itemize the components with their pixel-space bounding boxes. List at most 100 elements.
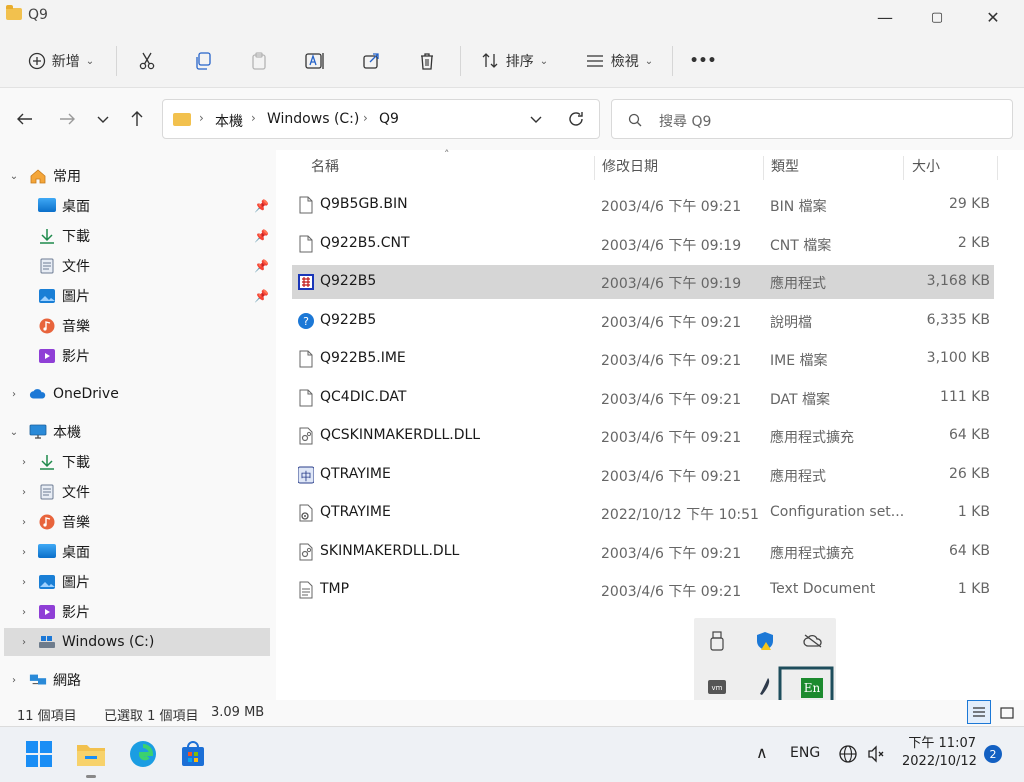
nav-quick-access[interactable]: ⌄ 常用	[0, 162, 272, 190]
nav-pc-desktop[interactable]: › 桌面	[0, 538, 272, 566]
nav-desktop[interactable]: 桌面 📌	[0, 192, 272, 220]
pen-app-icon[interactable]	[754, 676, 776, 698]
back-button[interactable]	[10, 104, 40, 134]
nav-pc-documents[interactable]: › 文件	[0, 478, 272, 506]
copy-button[interactable]	[188, 43, 218, 79]
view-button[interactable]: 檢視 ⌄	[580, 43, 658, 79]
file-explorer-taskbar-button[interactable]	[76, 739, 106, 769]
nav-videos[interactable]: 影片	[0, 342, 272, 370]
file-row[interactable]: Q922B5.CNT 2003/4/6 下午 09:19 CNT 檔案 2 KB	[292, 227, 994, 261]
close-button[interactable]: ✕	[970, 0, 1016, 34]
file-row[interactable]: Q922B5 2003/4/6 下午 09:19 應用程式 3,168 KB	[292, 265, 994, 299]
forward-button[interactable]	[52, 104, 82, 134]
nav-pc-pictures[interactable]: › 圖片	[0, 568, 272, 596]
file-type: CNT 檔案	[770, 237, 832, 254]
nav-label: 桌面	[62, 545, 90, 561]
onedrive-offline-icon[interactable]	[802, 630, 824, 652]
more-options-button[interactable]: •••	[688, 43, 718, 79]
nav-label: Windows (C:)	[62, 634, 155, 650]
file-row[interactable]: SKINMAKERDLL.DLL 2003/4/6 下午 09:21 應用程式擴充 6…	[292, 535, 994, 569]
column-header-type[interactable]: 類型	[771, 150, 901, 182]
file-row[interactable]: TMP 2003/4/6 下午 09:21 Text Document 1 KB	[292, 573, 994, 607]
file-row[interactable]: QTRAYIME 2022/10/12 下午 10:51 Configuration…	[292, 496, 994, 530]
nav-pc-videos[interactable]: › 影片	[0, 598, 272, 626]
nav-documents[interactable]: 文件 📌	[0, 252, 272, 280]
chevron-right-icon[interactable]: ›	[18, 577, 30, 588]
file-row[interactable]: QCSKINMAKERDLL.DLL 2003/4/6 下午 09:21 應用程式擴…	[292, 419, 994, 453]
chevron-down-icon: ⌄	[85, 55, 95, 67]
show-hidden-icons-button[interactable]: ∧	[756, 743, 768, 762]
address-dropdown-button[interactable]	[529, 112, 543, 130]
details-view-button[interactable]	[967, 700, 991, 724]
file-name: QCSKINMAKERDLL.DLL	[320, 427, 481, 443]
file-row[interactable]: QC4DIC.DAT 2003/4/6 下午 09:21 DAT 檔案 111 KB	[292, 381, 994, 415]
recent-locations-button[interactable]	[88, 104, 118, 134]
input-language-indicator[interactable]: ENG	[790, 745, 820, 761]
column-divider[interactable]	[997, 156, 998, 180]
nav-pc-music[interactable]: › 音樂	[0, 508, 272, 536]
nav-pc-downloads[interactable]: › 下載	[0, 448, 272, 476]
chevron-right-icon[interactable]: ›	[8, 675, 20, 686]
file-row[interactable]: 中 QTRAYIME 2003/4/6 下午 09:21 應用程式 26 KB	[292, 458, 994, 492]
notification-badge[interactable]: 2	[984, 745, 1002, 763]
edge-taskbar-button[interactable]	[128, 739, 158, 769]
computer-icon	[29, 424, 47, 439]
rename-button[interactable]	[300, 43, 330, 79]
delete-button[interactable]	[412, 43, 442, 79]
column-header-date[interactable]: 修改日期	[602, 150, 762, 182]
usb-drive-icon[interactable]	[706, 630, 728, 652]
file-row[interactable]: Q922B5.IME 2003/4/6 下午 09:21 IME 檔案 3,100 K…	[292, 342, 994, 376]
nav-onedrive[interactable]: › OneDrive	[0, 380, 272, 408]
file-size: 111 KB	[940, 388, 990, 405]
file-row[interactable]: Q9B5GB.BIN 2003/4/6 下午 09:21 BIN 檔案 29 KB	[292, 188, 994, 222]
minimize-button[interactable]: —	[862, 0, 908, 34]
nav-network[interactable]: › 網路	[0, 666, 272, 694]
sort-button[interactable]: 排序 ⌄	[474, 43, 554, 79]
file-size: 6,335 KB	[926, 311, 990, 328]
column-divider[interactable]	[903, 156, 904, 180]
address-bar[interactable]: › 本機 › Windows (C:) › Q9	[162, 99, 600, 139]
chevron-down-icon[interactable]: ⌄	[8, 427, 20, 438]
chevron-right-icon[interactable]: ›	[18, 547, 30, 558]
chevron-right-icon[interactable]: ›	[18, 517, 30, 528]
paste-button[interactable]	[244, 43, 274, 79]
breadcrumb-drive[interactable]: Windows (C:)	[267, 111, 359, 127]
start-button[interactable]	[24, 739, 54, 769]
breadcrumb-this-pc[interactable]: 本機	[215, 111, 243, 131]
download-icon	[40, 455, 54, 470]
chevron-right-icon[interactable]: ›	[18, 607, 30, 618]
nav-pc-windows-drive[interactable]: › Windows (C:)	[4, 628, 270, 656]
clock-button[interactable]: 下午 11:07 2022/10/12	[902, 735, 977, 771]
network-button[interactable]	[836, 739, 860, 769]
maximize-button[interactable]: ▢	[914, 0, 960, 34]
tray-overflow-flyout: vm En	[694, 618, 836, 752]
shield-icon	[757, 632, 773, 650]
chevron-right-icon[interactable]: ›	[18, 487, 30, 498]
chevron-right-icon[interactable]: ›	[18, 457, 30, 468]
chevron-down-icon[interactable]: ⌄	[8, 171, 20, 182]
vmware-icon[interactable]: vm	[706, 676, 728, 698]
column-header-size[interactable]: 大小	[912, 150, 992, 182]
column-divider[interactable]	[594, 156, 595, 180]
up-button[interactable]	[122, 104, 152, 134]
chevron-right-icon[interactable]: ›	[18, 637, 30, 648]
new-button[interactable]: 新增 ⌄	[20, 43, 102, 79]
search-input[interactable]: 搜尋 Q9	[611, 99, 1013, 139]
breadcrumb-folder[interactable]: Q9	[379, 111, 399, 127]
file-row[interactable]: ? Q922B5 2003/4/6 下午 09:21 說明檔 6,335 KB	[292, 304, 994, 338]
chevron-right-icon[interactable]: ›	[8, 389, 20, 400]
security-warning-icon[interactable]	[754, 630, 776, 652]
column-header-name[interactable]: 名稱	[311, 150, 599, 182]
nav-downloads[interactable]: 下載 📌	[0, 222, 272, 250]
volume-button[interactable]	[864, 739, 888, 769]
store-taskbar-button[interactable]	[178, 739, 208, 769]
nav-pictures[interactable]: 圖片 📌	[0, 282, 272, 310]
tiles-view-button[interactable]	[997, 703, 1017, 723]
column-divider[interactable]	[763, 156, 764, 180]
refresh-button[interactable]	[567, 110, 585, 132]
nav-this-pc[interactable]: ⌄ 本機	[0, 418, 272, 446]
cut-button[interactable]	[132, 43, 162, 79]
nav-music[interactable]: 音樂	[0, 312, 272, 340]
share-button[interactable]	[356, 43, 386, 79]
file-size: 1 KB	[957, 504, 990, 520]
